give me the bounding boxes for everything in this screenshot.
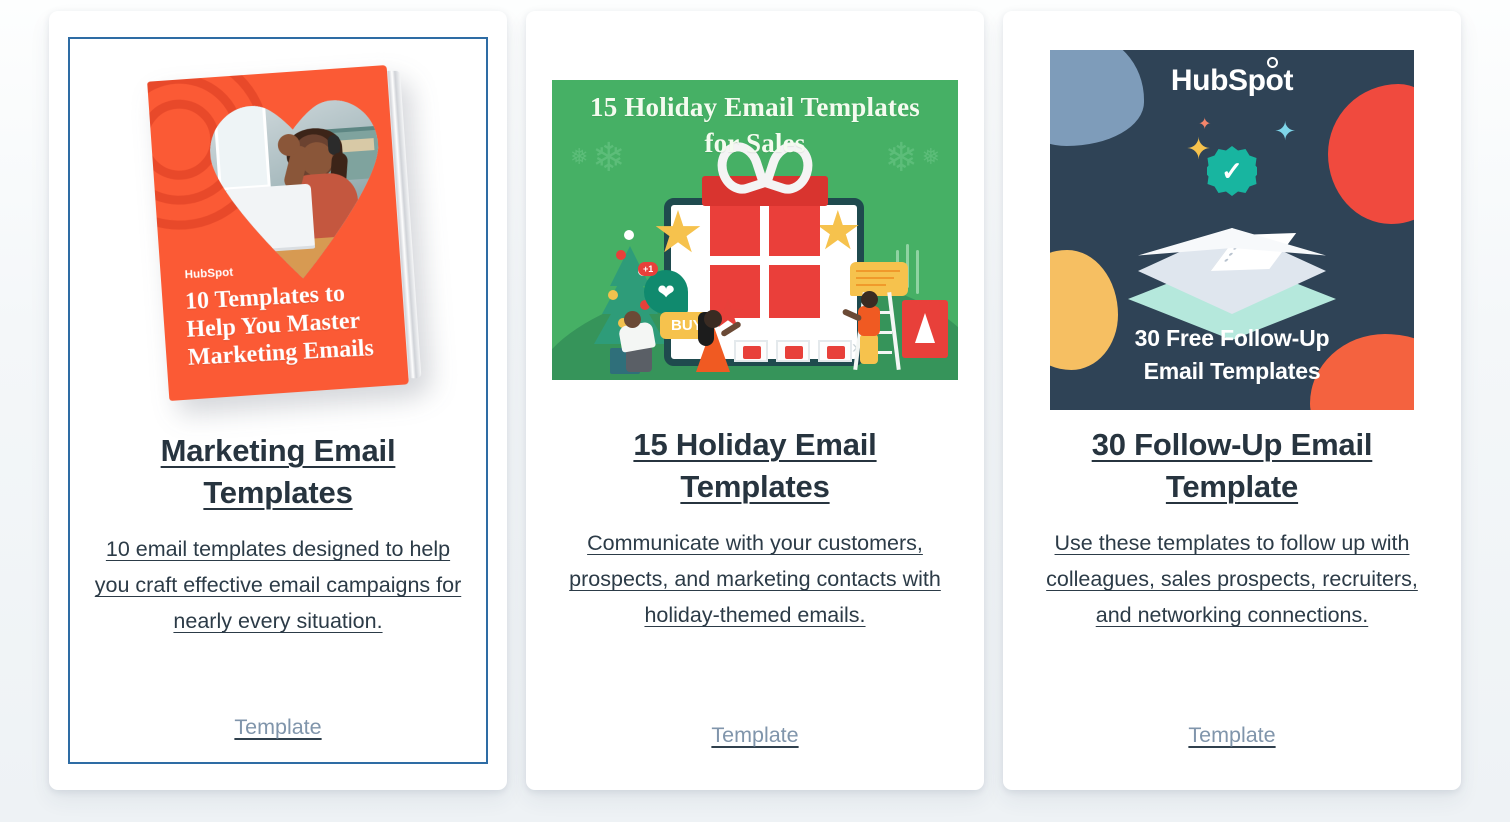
holiday-cup-icon <box>902 300 948 358</box>
follow-up-caption-line-1: 30 Free Follow-Up <box>1134 325 1330 351</box>
ebook-cover-headline: 10 Templates to Help You Master Marketin… <box>184 280 375 371</box>
hubspot-logo-icon: HubSpot <box>1050 57 1414 98</box>
follow-up-caption: 30 Free Follow-Up Email Templates <box>1050 322 1414 388</box>
sparkle-icon: ✦ <box>1198 116 1212 133</box>
follow-up-caption-line-2: Email Templates <box>1143 358 1321 384</box>
holiday-headline-line-1: 15 Holiday Email Templates <box>590 92 920 122</box>
verified-check-icon: ✓ <box>1207 146 1257 196</box>
card-thumbnail-follow-up: HubSpot ✦ ✦ ✦ ✓ 30 Free Follow-Up Email … <box>1029 39 1435 421</box>
product-thumbnail <box>776 340 810 362</box>
card-frame: 15 Holiday Email Templates for Sales ❄ ❅… <box>526 11 984 790</box>
chat-bubble-icon <box>850 262 908 296</box>
person-on-ladder <box>861 291 878 308</box>
holiday-headline-line-2: for Sales <box>704 128 806 158</box>
card-title-link[interactable]: 15 Holiday Email Templates <box>583 424 928 508</box>
ebook-cover: HubSpot 10 Templates to Help You Master … <box>147 65 409 401</box>
video-call-photo <box>207 88 387 284</box>
ebook-mockup-icon: HubSpot 10 Templates to Help You Master … <box>147 65 422 401</box>
sparkle-icon: ✦ <box>1186 133 1212 166</box>
card-type-link[interactable]: Template <box>234 712 321 742</box>
star-icon: ★ <box>813 201 862 261</box>
resource-card-grid: HubSpot 10 Templates to Help You Master … <box>0 0 1510 822</box>
card-description: 10 email templates designed to help you … <box>94 537 462 633</box>
product-thumbnail <box>734 340 768 362</box>
product-thumbnail <box>818 340 852 362</box>
star-icon: ★ <box>652 200 704 265</box>
follow-up-brand-label: HubSpot <box>1170 57 1294 97</box>
card-type-link[interactable]: Template <box>711 720 798 750</box>
hubspot-logo-icon: HubSpot <box>184 267 233 282</box>
resource-card-marketing-email-templates[interactable]: HubSpot 10 Templates to Help You Master … <box>49 11 507 790</box>
card-title-link[interactable]: 30 Follow-Up Email Template <box>1060 424 1405 508</box>
card-thumbnail-ebook: HubSpot 10 Templates to Help You Master … <box>94 39 462 427</box>
heart-icon: ❤ <box>644 270 688 314</box>
card-selection-frame: HubSpot 10 Templates to Help You Master … <box>68 37 488 764</box>
blob-decoration <box>1328 84 1414 224</box>
sparkle-icon: ✦ <box>1274 116 1296 146</box>
card-type-link[interactable]: Template <box>1188 720 1275 750</box>
person-shopper <box>704 310 722 328</box>
card-description: Communicate with your customers, prospec… <box>569 531 941 627</box>
follow-up-graphic: HubSpot ✦ ✦ ✦ ✓ 30 Free Follow-Up Email … <box>1050 50 1414 410</box>
card-description: Use these templates to follow up with co… <box>1046 531 1418 627</box>
card-thumbnail-holiday: 15 Holiday Email Templates for Sales ❄ ❅… <box>552 39 958 421</box>
card-content: HubSpot ✦ ✦ ✦ ✓ 30 Free Follow-Up Email … <box>1029 39 1435 772</box>
card-content: HubSpot 10 Templates to Help You Master … <box>70 39 486 762</box>
card-frame: HubSpot ✦ ✦ ✦ ✓ 30 Free Follow-Up Email … <box>1003 11 1461 790</box>
card-title-link[interactable]: Marketing Email Templates <box>106 430 451 514</box>
resource-card-15-holiday-email-templates[interactable]: 15 Holiday Email Templates for Sales ❄ ❅… <box>526 11 984 790</box>
holiday-illustration: 15 Holiday Email Templates for Sales ❄ ❅… <box>552 80 958 380</box>
ebook-brand-label: HubSpot <box>184 266 234 282</box>
resource-card-30-follow-up-email-template[interactable]: HubSpot ✦ ✦ ✦ ✓ 30 Free Follow-Up Email … <box>1003 11 1461 790</box>
person-decorating-tree <box>624 311 641 328</box>
holiday-headline: 15 Holiday Email Templates for Sales <box>552 89 958 161</box>
like-count-badge: +1 <box>638 262 659 276</box>
card-content: 15 Holiday Email Templates for Sales ❄ ❅… <box>552 39 958 772</box>
